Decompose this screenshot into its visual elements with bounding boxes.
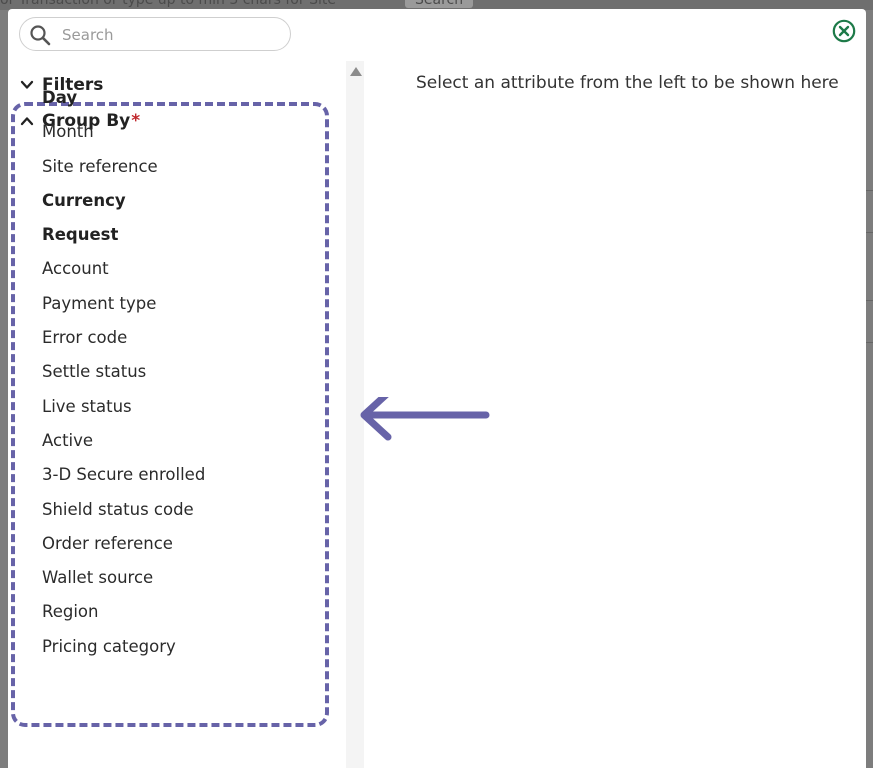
group-by-item[interactable]: Pricing category xyxy=(42,636,205,670)
group-by-item[interactable]: Request xyxy=(42,224,205,258)
group-by-item[interactable]: Wallet source xyxy=(42,567,205,601)
group-by-item[interactable]: 3-D Secure enrolled xyxy=(42,464,205,498)
group-by-item[interactable]: Active xyxy=(42,430,205,464)
search-box[interactable] xyxy=(19,17,291,51)
group-by-item[interactable]: Payment type xyxy=(42,293,205,327)
group-by-item[interactable]: Account xyxy=(42,258,205,292)
group-by-item[interactable]: Region xyxy=(42,601,205,635)
empty-state-message: Select an attribute from the left to be … xyxy=(416,73,839,93)
scroll-up-arrow-icon[interactable] xyxy=(350,67,362,76)
group-by-item[interactable]: Error code xyxy=(42,327,205,361)
background-row-divider xyxy=(866,342,873,343)
chevron-up-icon xyxy=(20,117,34,126)
arrow-left-icon xyxy=(360,397,490,441)
group-by-item[interactable]: Order reference xyxy=(42,533,205,567)
background-search-button: Search xyxy=(405,0,474,8)
group-by-item[interactable]: Site reference xyxy=(42,156,205,190)
group-by-item[interactable]: Shield status code xyxy=(42,499,205,533)
background-table-edge xyxy=(866,10,873,768)
background-hint-text: or Transaction or type up to min 3 chars… xyxy=(0,0,336,8)
attribute-picker-modal: Filters Group By* DayMonthSite reference… xyxy=(8,9,866,768)
group-by-item[interactable]: Currency xyxy=(42,190,205,224)
group-by-item[interactable]: Live status xyxy=(42,396,205,430)
group-by-item[interactable]: Settle status xyxy=(42,361,205,395)
background-row-divider xyxy=(866,190,873,191)
chevron-down-icon xyxy=(20,80,34,89)
search-input[interactable] xyxy=(60,22,284,48)
group-by-item[interactable]: Month xyxy=(42,121,205,155)
background-row-divider xyxy=(866,300,873,301)
group-by-item[interactable]: Day xyxy=(42,87,205,121)
close-circle-icon[interactable] xyxy=(832,19,856,43)
group-by-attribute-list: Day Month Site reference Currency Request Acc… xyxy=(42,87,205,670)
search-icon xyxy=(30,25,51,46)
background-row-divider xyxy=(866,232,873,233)
